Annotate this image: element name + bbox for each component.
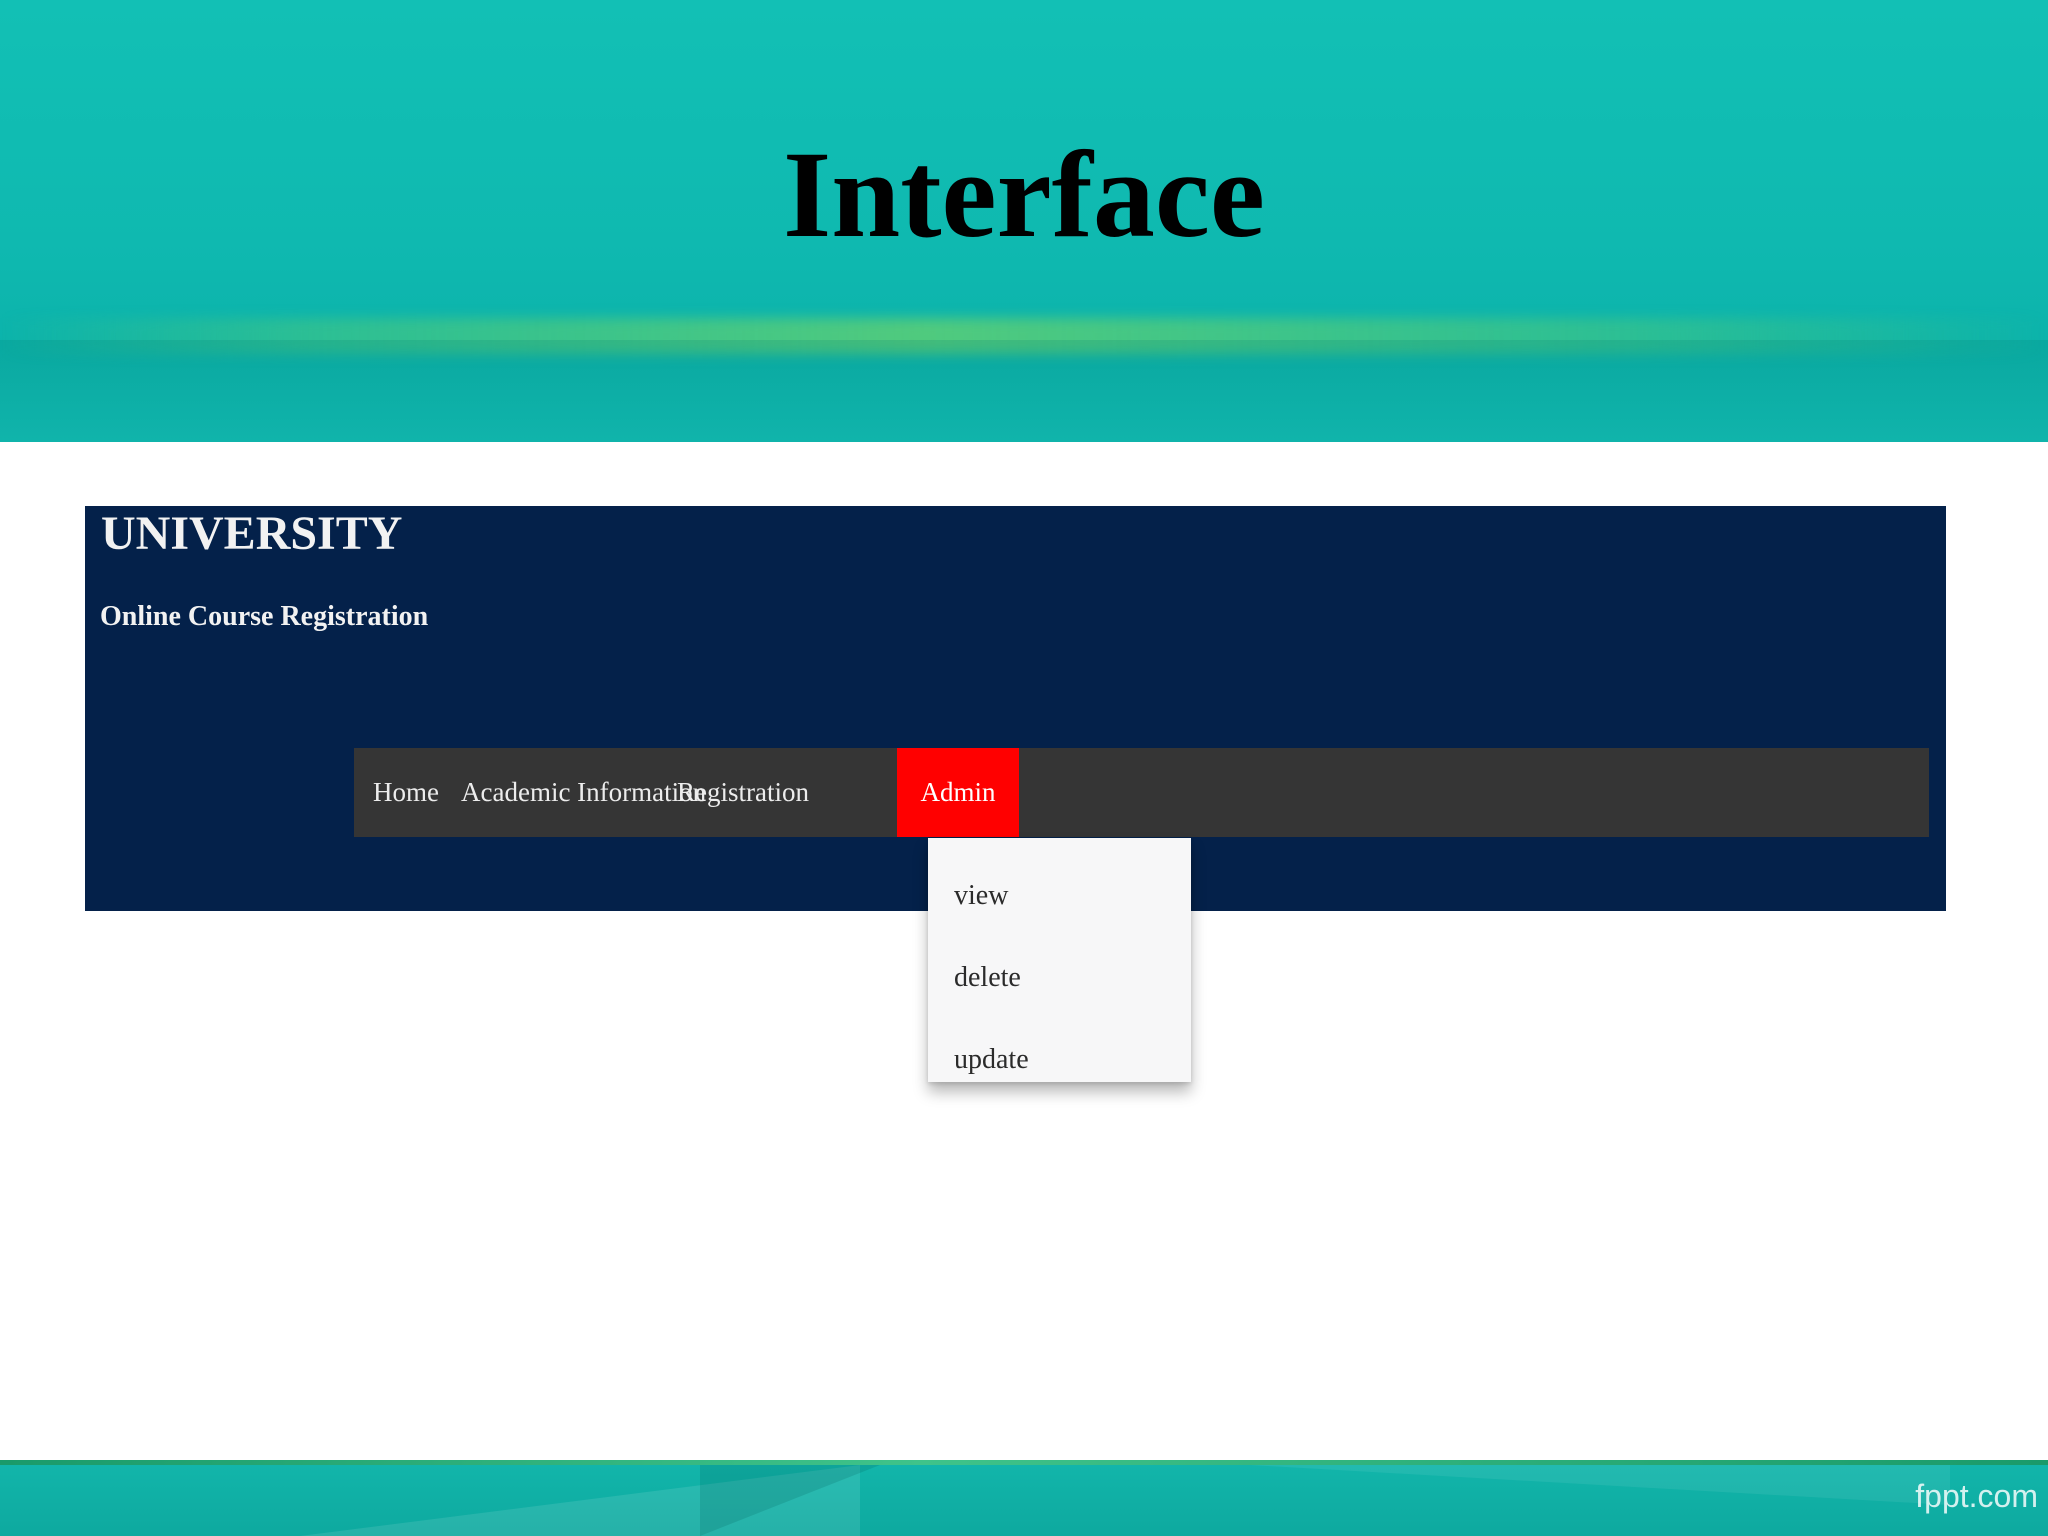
site-subtitle: Online Course Registration xyxy=(100,601,429,632)
site-name: UNIVERSITY xyxy=(101,507,403,560)
nav-item-home[interactable]: Home xyxy=(373,748,439,837)
slide-header-band: Interface xyxy=(0,0,2048,442)
dropdown-item-update[interactable]: update xyxy=(954,1042,1029,1078)
nav-item-admin[interactable]: Admin xyxy=(897,748,1019,837)
footer-decor-shape xyxy=(700,1465,880,1536)
dropdown-item-view[interactable]: view xyxy=(954,878,1008,914)
slide-footer-band: fppt.com xyxy=(0,1460,2048,1536)
admin-dropdown-menu: view delete update xyxy=(928,838,1191,1082)
footer-brand: fppt.com xyxy=(1915,1478,2038,1514)
main-navbar: Home Academic Information Registration A… xyxy=(354,748,1929,837)
slide-title: Interface xyxy=(783,126,1265,263)
nav-item-academic-information[interactable]: Academic Information xyxy=(461,748,706,837)
nav-item-registration[interactable]: Registration xyxy=(677,748,809,837)
footer-decor-shape xyxy=(1250,1465,1950,1505)
dropdown-item-delete[interactable]: delete xyxy=(954,960,1021,996)
header-lower-shade xyxy=(0,340,2048,442)
